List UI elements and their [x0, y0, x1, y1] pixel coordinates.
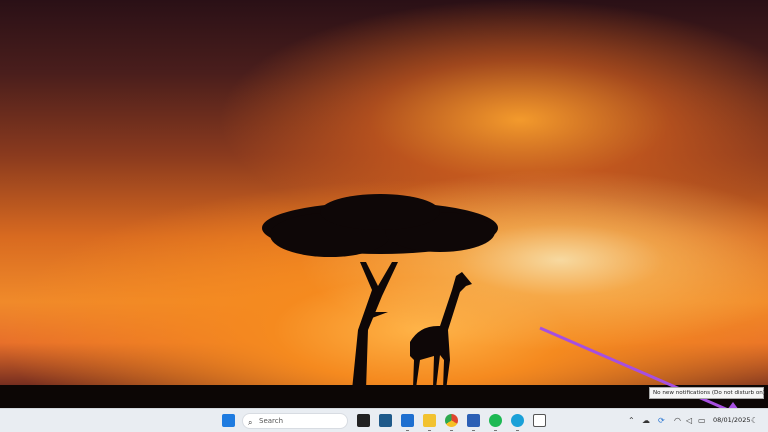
search-box[interactable]: ⌕ Search — [242, 413, 348, 429]
task-view-icon[interactable] — [357, 414, 370, 427]
sync-icon[interactable]: ⟳ — [658, 416, 665, 425]
notification-bell-dnd-icon[interactable]: ☾ — [751, 416, 758, 425]
windows-start-icon[interactable] — [222, 414, 235, 427]
giraffe — [410, 272, 472, 390]
edge-icon[interactable] — [511, 414, 524, 427]
spotify-icon[interactable] — [489, 414, 502, 427]
battery-icon[interactable]: ▭ — [698, 416, 706, 425]
desktop-wallpaper — [0, 0, 768, 408]
chevron-up-icon[interactable]: ⌃ — [628, 416, 635, 425]
search-placeholder: Search — [259, 417, 284, 425]
notification-tooltip: No new notifications (Do not disturb on) — [649, 387, 765, 399]
search-icon: ⌕ — [248, 418, 253, 427]
word-icon[interactable] — [467, 414, 480, 427]
outlook-icon[interactable] — [401, 414, 414, 427]
acacia-tree — [262, 194, 498, 390]
onedrive-icon[interactable]: ☁ — [642, 416, 650, 425]
snipping-tool-icon[interactable] — [533, 414, 546, 427]
wallpaper-silhouettes — [0, 194, 768, 408]
wifi-icon[interactable]: ◠ — [674, 416, 681, 425]
volume-icon[interactable]: ◁ — [686, 416, 692, 425]
store-icon[interactable] — [379, 414, 392, 427]
clock-date[interactable]: 08/01/2025 — [713, 416, 750, 424]
chrome-icon[interactable] — [445, 414, 458, 427]
file-explorer-icon[interactable] — [423, 414, 436, 427]
taskbar: ⌕ Search ⌃ ☁ ⟳ ◠ ◁ ▭ 08/01/2025 ☾ — [0, 408, 768, 432]
